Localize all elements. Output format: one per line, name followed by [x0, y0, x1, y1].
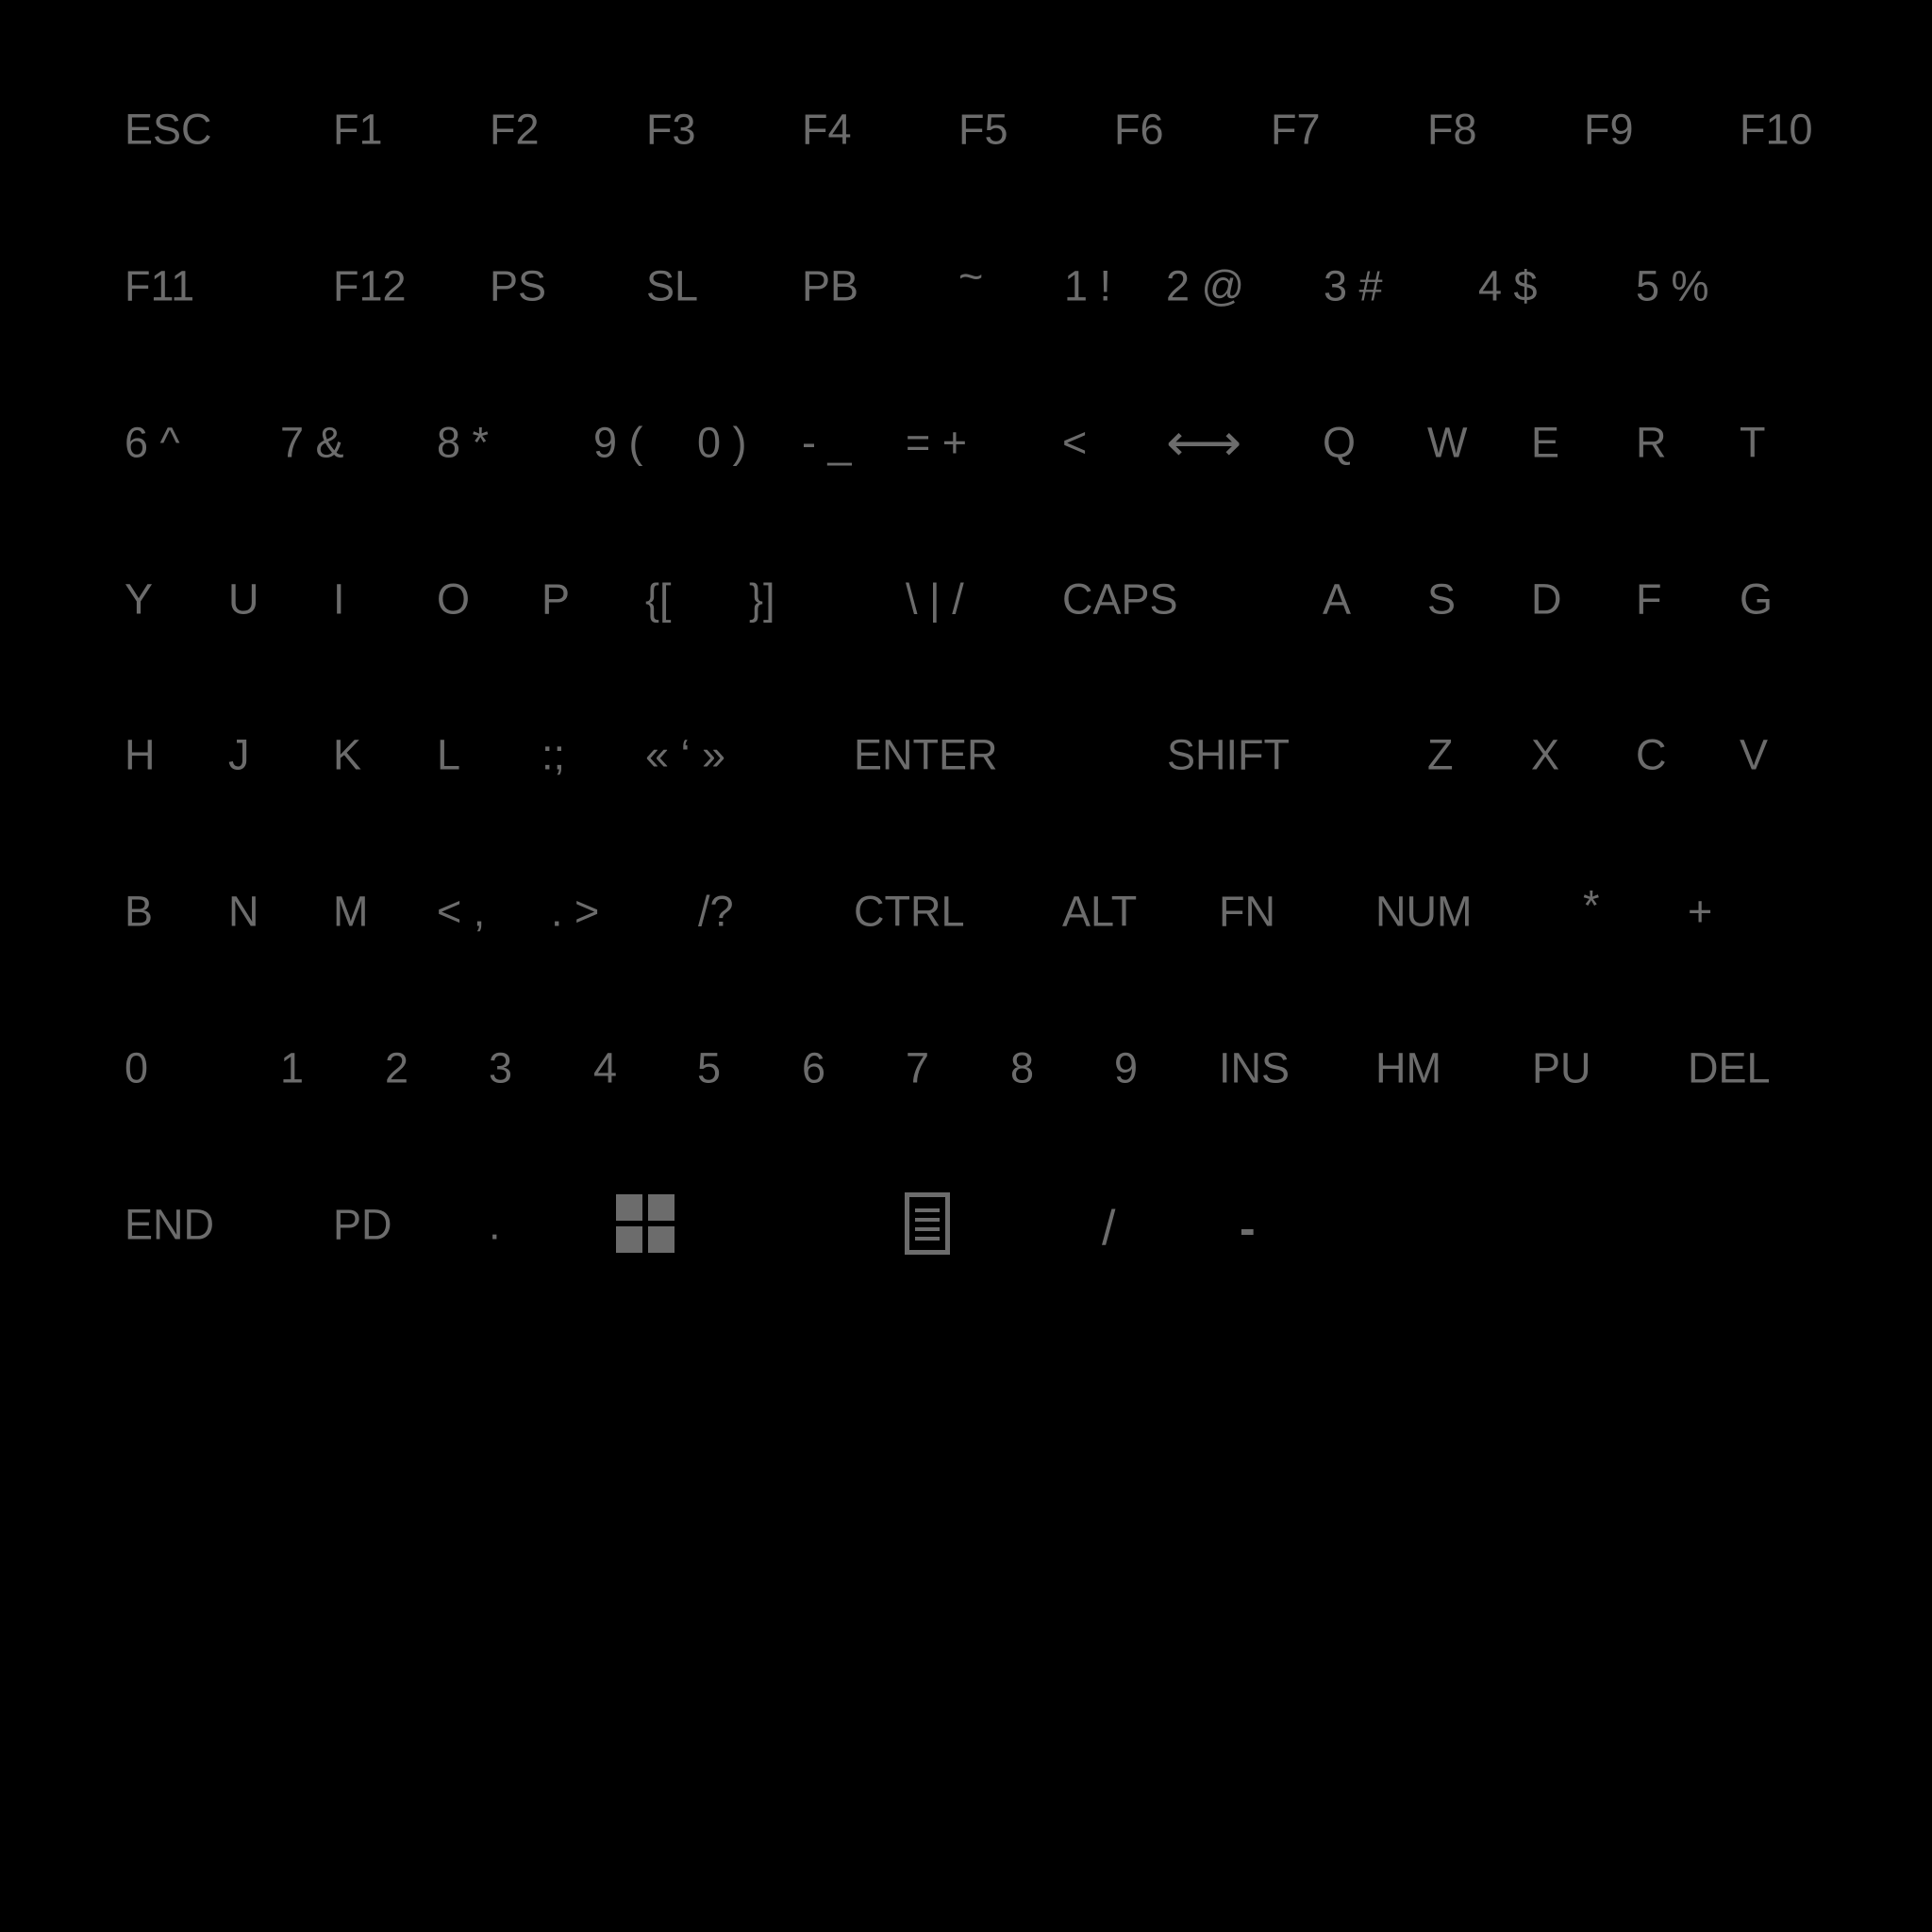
key-numpad-0[interactable]: 0 — [125, 1047, 148, 1090]
key-tilde[interactable]: ~ — [958, 256, 983, 298]
key-enter[interactable]: ENTER — [854, 734, 998, 776]
key-f10[interactable]: F10 — [1740, 108, 1813, 151]
key-pause-break[interactable]: PB — [802, 265, 858, 308]
key-f8[interactable]: F8 — [1427, 108, 1477, 151]
key-numpad-1[interactable]: 1 — [280, 1047, 304, 1090]
key-home[interactable]: HM — [1375, 1047, 1441, 1090]
key-equals[interactable]: = + — [906, 422, 967, 464]
key-d[interactable]: D — [1531, 578, 1562, 621]
key-o[interactable]: O — [437, 578, 470, 621]
key-print-screen[interactable]: PS — [490, 265, 546, 308]
key-numpad-plus[interactable]: + — [1688, 891, 1712, 933]
key-f11[interactable]: F11 — [125, 265, 194, 308]
key-6[interactable]: 6 ^ — [125, 422, 180, 464]
key-f2[interactable]: F2 — [490, 108, 540, 151]
key-9[interactable]: 9 ( — [593, 422, 643, 464]
key-windows[interactable] — [616, 1194, 675, 1253]
key-l[interactable]: L — [437, 734, 460, 776]
key-7[interactable]: 7 & — [280, 422, 344, 464]
key-5[interactable]: 5 % — [1636, 265, 1709, 308]
key-shift[interactable]: SHIFT — [1167, 734, 1290, 776]
key-quote[interactable]: « ‘ » — [645, 734, 725, 776]
key-f[interactable]: F — [1636, 578, 1662, 621]
key-s[interactable]: S — [1427, 578, 1456, 621]
key-insert[interactable]: INS — [1219, 1047, 1290, 1090]
key-numpad-9[interactable]: 9 — [1114, 1047, 1138, 1090]
key-comma[interactable]: < , — [437, 891, 485, 933]
key-u[interactable]: U — [228, 578, 259, 621]
key-numpad-minus[interactable]: - — [1240, 1205, 1256, 1252]
key-page-down[interactable]: PD — [333, 1204, 392, 1246]
key-x[interactable]: X — [1531, 734, 1559, 776]
key-scroll-lock[interactable]: SL — [646, 265, 698, 308]
key-k[interactable]: K — [333, 734, 361, 776]
key-numpad-3[interactable]: 3 — [489, 1047, 512, 1090]
key-backslash[interactable]: \ | / — [906, 578, 964, 621]
on-screen-keyboard: ESC F1 F2 F3 F4 F5 F6 F7 F8 F9 F10 F11 F… — [0, 0, 1932, 1932]
key-semicolon[interactable]: :; — [541, 734, 565, 776]
key-tab[interactable]: ⟷ — [1166, 416, 1241, 469]
key-f4[interactable]: F4 — [802, 108, 852, 151]
key-caps-lock[interactable]: CAPS — [1062, 578, 1178, 621]
key-r[interactable]: R — [1636, 422, 1667, 464]
key-numpad-5[interactable]: 5 — [697, 1047, 721, 1090]
key-fn[interactable]: FN — [1219, 891, 1275, 933]
key-n[interactable]: N — [228, 891, 259, 933]
key-0[interactable]: 0 ) — [697, 422, 747, 464]
key-ctrl[interactable]: CTRL — [854, 891, 965, 933]
key-right-bracket[interactable]: }] — [749, 578, 775, 621]
key-numpad-4[interactable]: 4 — [593, 1047, 617, 1090]
key-numpad-2[interactable]: 2 — [385, 1047, 408, 1090]
key-3[interactable]: 3 # — [1324, 265, 1383, 308]
key-v[interactable]: V — [1740, 734, 1768, 776]
key-2[interactable]: 2 @ — [1166, 265, 1244, 308]
key-w[interactable]: W — [1427, 422, 1467, 464]
key-esc[interactable]: ESC — [125, 108, 212, 151]
key-f5[interactable]: F5 — [958, 108, 1008, 151]
key-f12[interactable]: F12 — [333, 265, 407, 308]
key-page-up[interactable]: PU — [1532, 1047, 1591, 1090]
key-numpad-decimal[interactable]: . — [489, 1204, 501, 1246]
key-f9[interactable]: F9 — [1584, 108, 1634, 151]
key-q[interactable]: Q — [1323, 422, 1356, 464]
key-j[interactable]: J — [228, 734, 250, 776]
key-context-menu[interactable] — [905, 1192, 950, 1259]
key-f7[interactable]: F7 — [1271, 108, 1321, 151]
key-a[interactable]: A — [1323, 578, 1351, 621]
key-numpad-8[interactable]: 8 — [1010, 1047, 1034, 1090]
key-backspace[interactable]: < — [1062, 422, 1087, 464]
key-slash[interactable]: /? — [698, 891, 734, 933]
key-num-lock[interactable]: NUM — [1375, 891, 1472, 933]
key-f6[interactable]: F6 — [1114, 108, 1164, 151]
windows-icon — [616, 1194, 675, 1253]
key-numpad-6[interactable]: 6 — [802, 1047, 825, 1090]
key-y[interactable]: Y — [125, 578, 153, 621]
key-f3[interactable]: F3 — [646, 108, 696, 151]
key-f1[interactable]: F1 — [333, 108, 383, 151]
key-i[interactable]: I — [333, 578, 345, 621]
key-period[interactable]: . > — [551, 891, 599, 933]
key-z[interactable]: Z — [1427, 734, 1454, 776]
key-t[interactable]: T — [1740, 422, 1766, 464]
key-end[interactable]: END — [125, 1204, 214, 1246]
key-h[interactable]: H — [125, 734, 156, 776]
key-minus[interactable]: - _ — [802, 422, 852, 464]
key-c[interactable]: C — [1636, 734, 1667, 776]
key-4[interactable]: 4 $ — [1478, 265, 1538, 308]
menu-icon — [905, 1192, 950, 1255]
key-delete[interactable]: DEL — [1688, 1047, 1771, 1090]
key-e[interactable]: E — [1531, 422, 1559, 464]
key-b[interactable]: B — [125, 891, 153, 933]
key-numpad-multiply[interactable]: * — [1583, 885, 1600, 927]
key-p[interactable]: P — [541, 578, 570, 621]
key-left-bracket[interactable]: {[ — [645, 578, 672, 621]
key-1[interactable]: 1 ! — [1064, 265, 1111, 308]
key-numpad-7[interactable]: 7 — [906, 1047, 929, 1090]
key-8[interactable]: 8 * — [437, 422, 489, 464]
key-numpad-divide[interactable]: / — [1102, 1204, 1115, 1253]
key-alt[interactable]: ALT — [1062, 891, 1137, 933]
key-m[interactable]: M — [333, 891, 369, 933]
key-g[interactable]: G — [1740, 578, 1773, 621]
